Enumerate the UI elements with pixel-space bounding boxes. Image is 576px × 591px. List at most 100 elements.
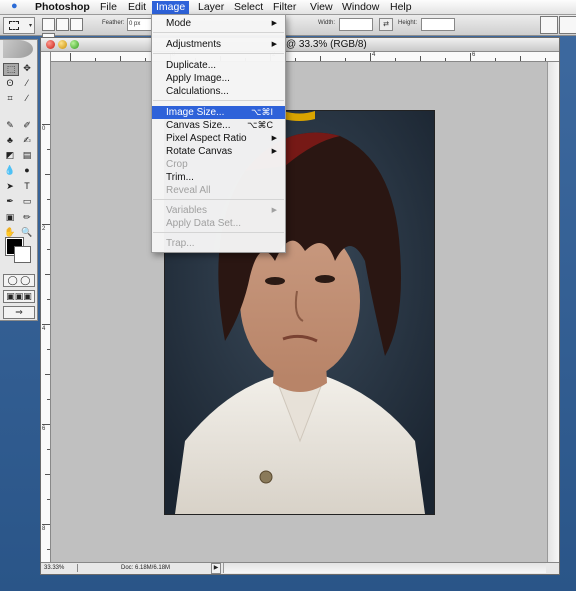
menu-window[interactable]: Window	[338, 1, 383, 14]
type-tool-icon[interactable]: T	[20, 181, 34, 192]
zoom-level[interactable]: 33.33%	[44, 564, 78, 572]
close-icon[interactable]	[46, 40, 55, 49]
horizontal-ruler[interactable]: 0 2 4 6	[50, 52, 559, 62]
pen-tool-icon[interactable]: ✒	[3, 196, 17, 207]
ruler-label: 4	[42, 326, 46, 332]
minimize-icon[interactable]	[58, 40, 67, 49]
menu-item-pixel-aspect-ratio[interactable]: Pixel Aspect Ratio ▶	[152, 132, 285, 145]
healing-brush-icon[interactable]: ✎	[3, 120, 17, 131]
history-brush-icon[interactable]: ✍	[20, 135, 34, 146]
ruler-label: 4	[372, 52, 376, 58]
slice-tool-icon[interactable]: ∕	[20, 93, 34, 104]
submenu-arrow-icon: ▶	[271, 41, 277, 48]
menu-item-trim[interactable]: Trim...	[152, 171, 285, 184]
vertical-scrollbar[interactable]	[547, 62, 559, 562]
submenu-arrow-icon: ▶	[271, 148, 277, 155]
menu-app-photoshop[interactable]: Photoshop	[31, 1, 94, 14]
palette-well-button[interactable]	[540, 16, 558, 34]
menu-item-apply-data-set: Apply Data Set...	[152, 217, 285, 230]
menu-item-label: Canvas Size...	[166, 120, 231, 131]
menu-bar: ● Photoshop File Edit Image Layer Select…	[0, 0, 576, 15]
hand-tool-icon[interactable]: ✋	[3, 227, 17, 238]
menu-view[interactable]: View	[306, 1, 337, 14]
menu-item-label: Image Size...	[166, 107, 225, 118]
background-color-swatch[interactable]	[14, 246, 31, 263]
document-title: @ 33.3% (RGB/8)	[286, 39, 367, 50]
dodge-tool-icon[interactable]: ●	[20, 165, 34, 176]
brush-tool-icon[interactable]: ✐	[20, 120, 34, 131]
menu-item-rotate-canvas[interactable]: Rotate Canvas ▶	[152, 145, 285, 158]
menu-item-apply-image[interactable]: Apply Image...	[152, 72, 285, 85]
menu-help[interactable]: Help	[386, 1, 416, 14]
width-label: Width:	[318, 20, 336, 26]
width-input[interactable]	[339, 18, 373, 31]
menu-separator	[153, 100, 284, 101]
menu-item-duplicate[interactable]: Duplicate...	[152, 59, 285, 72]
eraser-tool-icon[interactable]: ◩	[3, 150, 17, 161]
screen-mode-icon[interactable]: ▣▣▣	[3, 290, 35, 303]
image-menu-dropdown: Mode ▶ Adjustments ▶ Duplicate... Apply …	[151, 14, 286, 253]
submenu-arrow-icon: ▶	[271, 135, 277, 142]
menu-edit[interactable]: Edit	[124, 1, 150, 14]
menu-item-image-size[interactable]: Image Size... ⌥⌘I	[152, 106, 285, 119]
zoom-window-icon[interactable]	[70, 40, 79, 49]
status-bar: 33.33% Doc: 6.18M/6.18M ▶	[41, 562, 559, 574]
jump-to-imageready-icon[interactable]: ⇒	[3, 306, 35, 319]
menu-item-label: Trap...	[166, 238, 195, 249]
apple-icon[interactable]: ●	[11, 0, 18, 12]
menu-item-reveal-all: Reveal All	[152, 184, 285, 197]
menu-select[interactable]: Select	[230, 1, 267, 14]
height-input[interactable]	[421, 18, 455, 31]
menu-item-trap: Trap...	[152, 237, 285, 250]
move-tool-icon[interactable]: ✥	[20, 63, 34, 74]
ruler-label: 6	[472, 52, 476, 58]
menu-item-label: Apply Data Set...	[166, 218, 242, 229]
subtract-selection-icon[interactable]	[70, 18, 83, 31]
notes-tool-icon[interactable]: ▣	[3, 212, 17, 223]
quick-mask-mode-icon[interactable]: ◯ ◯	[3, 274, 35, 287]
clone-stamp-icon[interactable]: ♣	[3, 135, 17, 146]
gradient-tool-icon[interactable]: ▤	[20, 150, 34, 161]
menu-item-calculations[interactable]: Calculations...	[152, 85, 285, 98]
menu-file[interactable]: File	[96, 1, 121, 14]
tool-preset-picker[interactable]: ▾	[3, 17, 35, 34]
magic-wand-icon[interactable]: ⁄	[20, 78, 34, 89]
menu-item-label: Variables	[166, 205, 207, 216]
marquee-icon	[9, 21, 19, 30]
menu-item-label: Trim...	[166, 172, 194, 183]
eyedropper-icon[interactable]: ✏	[20, 212, 34, 223]
feather-logo-icon	[3, 40, 33, 58]
crop-tool-icon[interactable]: ⌗	[3, 93, 17, 104]
menu-item-label: Crop	[166, 159, 188, 170]
menu-item-adjustments[interactable]: Adjustments ▶	[152, 38, 285, 51]
path-selection-icon[interactable]: ➤	[3, 181, 17, 192]
menu-item-mode[interactable]: Mode ▶	[152, 17, 285, 30]
vertical-ruler[interactable]: 0 2 4 6 8	[41, 52, 51, 562]
menu-image[interactable]: Image	[152, 1, 190, 14]
ruler-label: 8	[42, 526, 46, 532]
menu-filter[interactable]: Filter	[269, 1, 300, 14]
selection-mode-buttons	[42, 18, 96, 46]
horizontal-scrollbar[interactable]	[223, 563, 546, 573]
zoom-tool-icon[interactable]: 🔍	[20, 227, 34, 238]
feather-input[interactable]: 0 px	[127, 18, 152, 31]
shape-tool-icon[interactable]: ▭	[20, 196, 34, 207]
menu-item-canvas-size[interactable]: Canvas Size... ⌥⌘C	[152, 119, 285, 132]
lasso-tool-icon[interactable]: ʘ	[3, 78, 17, 89]
swap-icon[interactable]: ⇄	[379, 18, 393, 31]
blur-tool-icon[interactable]: 💧	[3, 165, 17, 176]
menu-separator	[153, 199, 284, 200]
submenu-arrow-icon: ▶	[271, 207, 277, 214]
submenu-arrow-icon: ▶	[271, 20, 277, 27]
menu-item-variables: Variables ▶	[152, 204, 285, 217]
menu-separator	[153, 53, 284, 54]
menu-layer[interactable]: Layer	[194, 1, 228, 14]
status-menu-arrow-icon[interactable]: ▶	[211, 563, 221, 574]
palette-well-button-2[interactable]	[559, 16, 576, 34]
new-selection-icon[interactable]	[42, 18, 55, 31]
add-selection-icon[interactable]	[56, 18, 69, 31]
document-size: Doc: 6.18M/6.18M	[121, 565, 171, 571]
marquee-tool-icon[interactable]: ⬚	[3, 63, 19, 76]
menu-item-label: Apply Image...	[166, 73, 230, 84]
document-titlebar[interactable]: @ 33.3% (RGB/8)	[41, 38, 559, 52]
